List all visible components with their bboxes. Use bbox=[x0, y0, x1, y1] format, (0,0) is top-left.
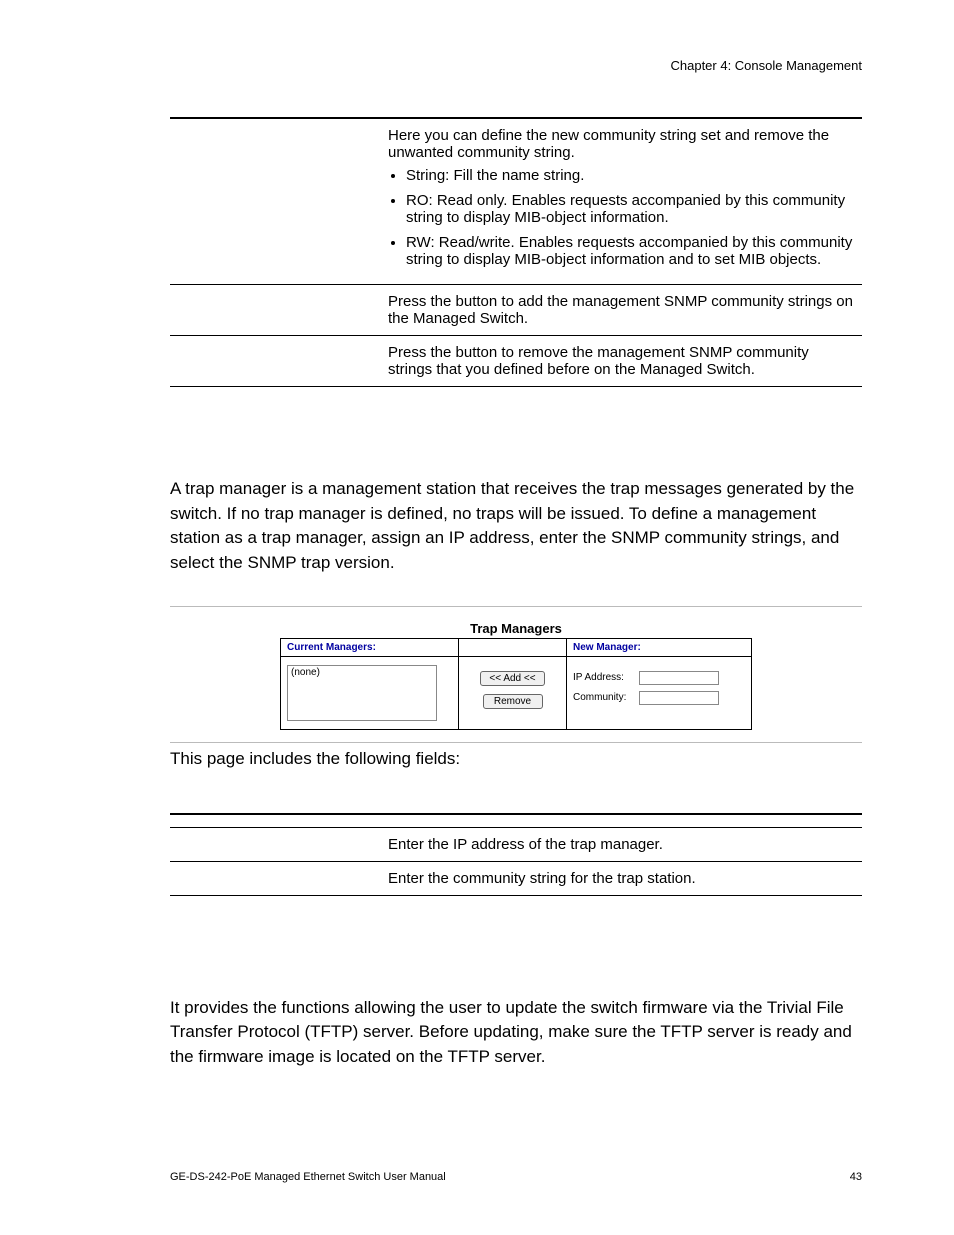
table-cell-right: Press the button to remove the managemen… bbox=[382, 336, 862, 387]
table-cell-left bbox=[170, 285, 382, 336]
cell-buttons: << Add << Remove bbox=[459, 656, 567, 729]
table-cell-left bbox=[170, 827, 382, 861]
table-cell-right: Here you can define the new community st… bbox=[382, 119, 862, 285]
definition-table-2: Enter the IP address of the trap manager… bbox=[170, 813, 862, 896]
community-label: Community: bbox=[573, 692, 635, 703]
trap-managers-panel: Trap Managers Current Managers: New Mana… bbox=[170, 606, 862, 743]
bullet-list: String: Fill the name string. RO: Read o… bbox=[406, 167, 856, 268]
row-intro: Here you can define the new community st… bbox=[388, 127, 856, 161]
col-header-current: Current Managers: bbox=[281, 638, 459, 656]
table-cell-left bbox=[170, 119, 382, 285]
panel-title: Trap Managers bbox=[470, 621, 562, 636]
table-cell-right: Enter the IP address of the trap manager… bbox=[382, 827, 862, 861]
table-cell-right: Press the button to add the management S… bbox=[382, 285, 862, 336]
remove-button[interactable]: Remove bbox=[483, 694, 543, 709]
trap-intro-paragraph: A trap manager is a management station t… bbox=[170, 477, 862, 576]
footer-page-number: 43 bbox=[850, 1171, 862, 1183]
fields-caption: This page includes the following fields: bbox=[170, 749, 862, 769]
list-item: RW: Read/write. Enables requests accompa… bbox=[406, 234, 856, 268]
current-managers-list[interactable]: (none) bbox=[287, 665, 437, 721]
list-value: (none) bbox=[291, 667, 320, 678]
community-input[interactable] bbox=[639, 691, 719, 705]
col-header-new: New Manager: bbox=[567, 638, 752, 656]
footer-doc-title: GE-DS-242-PoE Managed Ethernet Switch Us… bbox=[170, 1171, 446, 1183]
ip-address-label: IP Address: bbox=[573, 672, 635, 683]
table-cell-left bbox=[170, 336, 382, 387]
cell-new-manager: IP Address: Community: bbox=[567, 656, 752, 729]
trap-managers-table: Current Managers: New Manager: (none) <<… bbox=[280, 638, 752, 730]
table-header-right bbox=[382, 814, 862, 828]
ip-address-input[interactable] bbox=[639, 671, 719, 685]
tftp-paragraph: It provides the functions allowing the u… bbox=[170, 996, 862, 1070]
list-item: String: Fill the name string. bbox=[406, 167, 856, 184]
page: Chapter 4: Console Management Here you c… bbox=[0, 0, 954, 1235]
col-header-blank bbox=[459, 638, 567, 656]
page-footer: GE-DS-242-PoE Managed Ethernet Switch Us… bbox=[170, 1171, 862, 1183]
table-cell-left bbox=[170, 861, 382, 895]
list-item: RO: Read only. Enables requests accompan… bbox=[406, 192, 856, 226]
table-cell-right: Enter the community string for the trap … bbox=[382, 861, 862, 895]
table-header-left bbox=[170, 814, 382, 828]
add-button[interactable]: << Add << bbox=[480, 671, 544, 686]
cell-current-managers: (none) bbox=[281, 656, 459, 729]
chapter-header: Chapter 4: Console Management bbox=[170, 58, 862, 73]
definition-table-1: Here you can define the new community st… bbox=[170, 119, 862, 387]
